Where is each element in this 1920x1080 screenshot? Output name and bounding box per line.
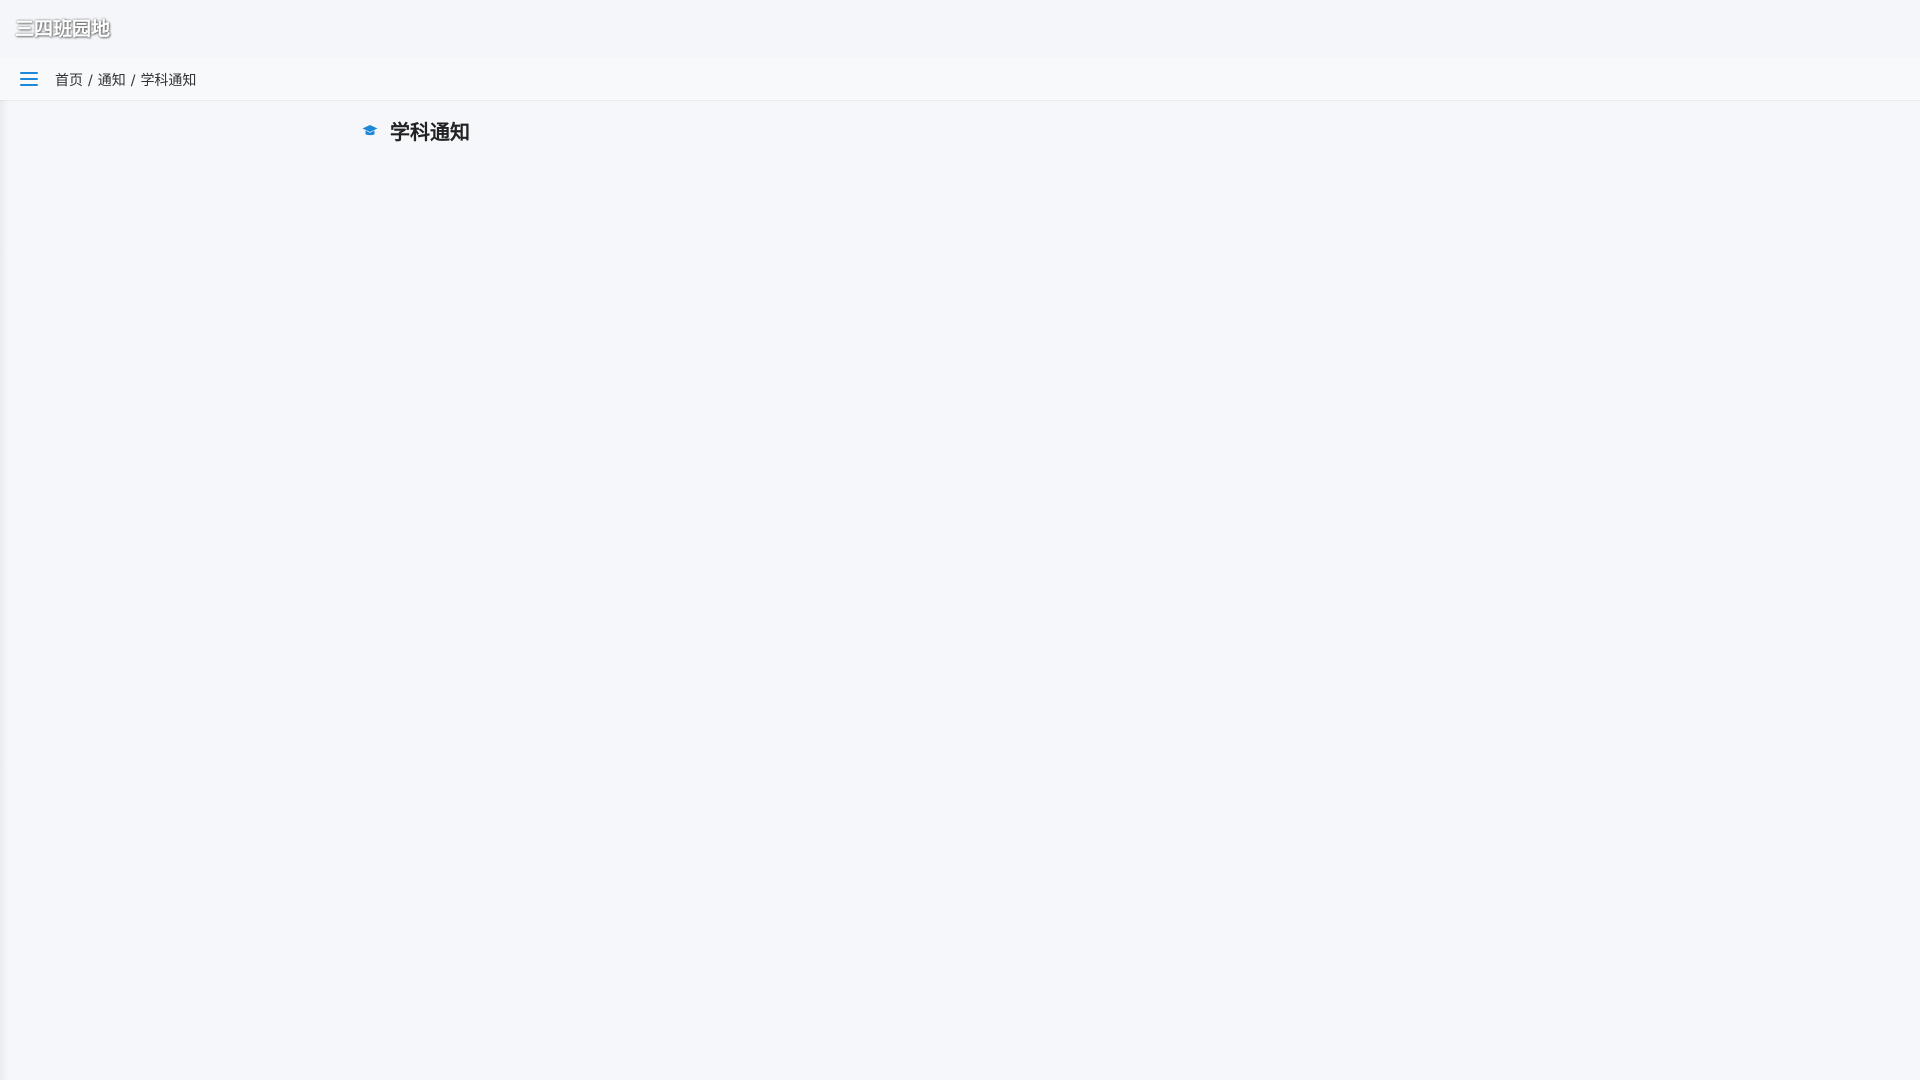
breadcrumb-separator: / (130, 73, 136, 89)
site-title[interactable]: 三四班园地 (15, 14, 110, 41)
breadcrumb-section[interactable]: 通知 (98, 73, 126, 89)
nav-bar: 首页 / 通知 / 学科通知 (0, 58, 1920, 101)
breadcrumb-separator: / (88, 73, 93, 89)
sidebar-edge-shadow (0, 100, 8, 1080)
graduation-cap-icon (362, 124, 378, 135)
breadcrumb-current: 学科通知 (140, 73, 197, 89)
breadcrumb-home[interactable]: 首页 (55, 73, 83, 89)
hamburger-menu-icon[interactable] (20, 70, 40, 88)
breadcrumb: 首页 / 通知 / 学科通知 (55, 70, 196, 90)
page-heading: 学科通知 (362, 116, 470, 145)
top-bar: 三四班园地 (0, 0, 1920, 58)
page-title: 学科通知 (390, 120, 470, 144)
